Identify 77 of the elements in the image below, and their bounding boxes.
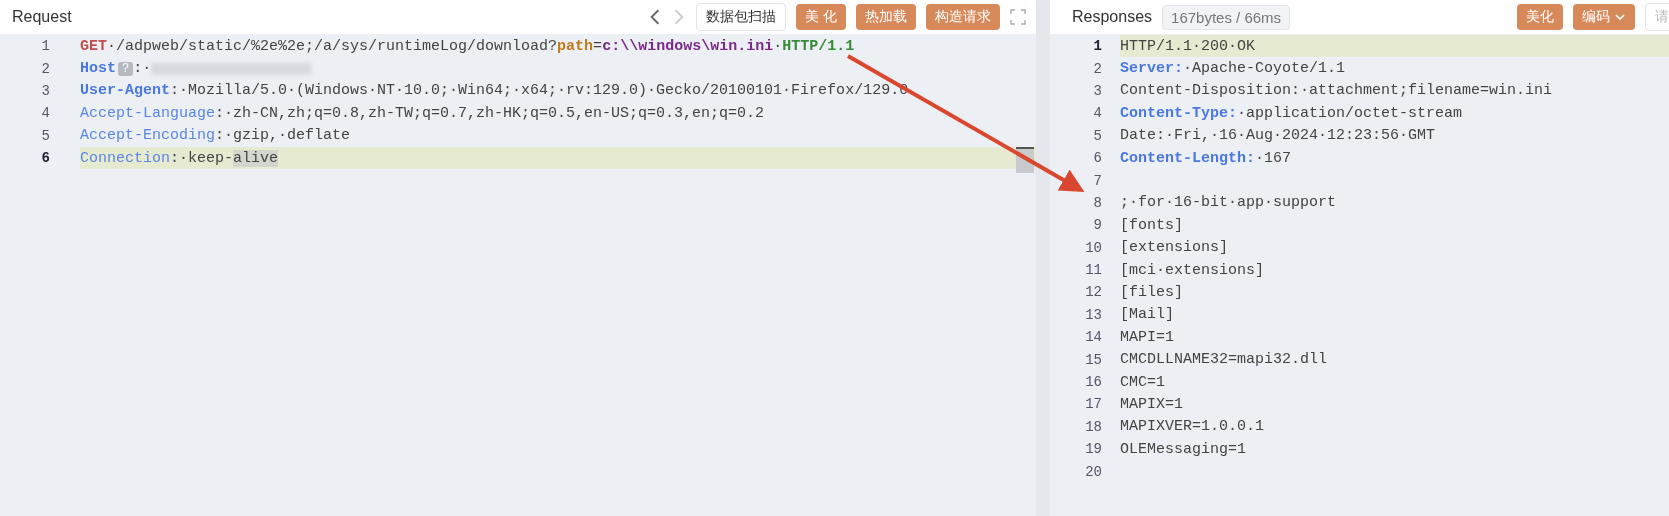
line-number: 8: [1092, 194, 1102, 211]
code-token: path: [557, 37, 594, 55]
toolbar-button[interactable]: 美 化: [795, 4, 846, 30]
line-number: 14: [1084, 329, 1102, 346]
code-token: Accept-Language: [80, 104, 216, 122]
hint-badge: ?: [118, 61, 134, 76]
panel-title: Request: [12, 8, 72, 26]
code-token: OLEMessaging=1: [1120, 440, 1247, 458]
line-number: 5: [40, 127, 50, 144]
line-number: 19: [1084, 441, 1102, 458]
code-token: c:\\windows\win.ini: [602, 37, 774, 55]
code-token: Date:·Fri,·16·Aug·2024·12:23:56·GMT: [1120, 127, 1436, 145]
line-number: 6: [40, 150, 50, 167]
line-number: 2: [40, 60, 50, 77]
toolbar-button[interactable]: 构造请求: [926, 4, 1000, 30]
line-number: 12: [1084, 284, 1102, 301]
code-token: [extensions]: [1120, 239, 1229, 257]
stats-label: 167bytes / 66ms: [1162, 4, 1291, 30]
line-number: 1: [40, 38, 50, 55]
code-token: alive: [233, 149, 279, 167]
code-token: ·Apache-Coyote/1.1: [1183, 60, 1346, 78]
code-token: MAPIX=1: [1120, 395, 1183, 413]
panel-title: Responses: [1072, 8, 1153, 26]
line-number: 16: [1084, 374, 1102, 391]
code-token: Content-Type:: [1120, 104, 1238, 122]
code-token: Connection: [80, 149, 170, 167]
code-token: [Mail]: [1120, 306, 1174, 324]
line-number: 3: [1092, 82, 1102, 99]
toolbar-button[interactable]: 热加载: [856, 4, 916, 30]
code-token: MAPI=1: [1120, 328, 1174, 346]
code-token: ;·for·16-bit·app·support: [1120, 194, 1337, 212]
code-token: :·keep-: [170, 149, 234, 167]
code-token: HTTP/1.1: [782, 37, 855, 55]
code-token: Host: [80, 60, 116, 78]
toolbar-button[interactable]: 请: [1645, 3, 1669, 31]
code-token: =: [593, 37, 603, 55]
code-token: :·zh-CN,zh;q=0.8,zh-TW;q=0.7,zh-HK;q=0.5,en-US;q=0.3,en;q=0.2: [215, 104, 765, 122]
code-token: ·: [773, 37, 783, 55]
line-number: 10: [1084, 239, 1102, 256]
line-number: 17: [1084, 396, 1102, 413]
code-token: User-Agent: [80, 82, 170, 100]
line-number: 4: [40, 105, 50, 122]
line-number: 20: [1084, 463, 1102, 480]
code-token: CMCDLLNAME32=mapi32.dll: [1120, 351, 1328, 369]
toolbar-button[interactable]: 美化: [1517, 4, 1563, 30]
code-token: :·: [133, 60, 152, 78]
code-token: MAPIXVER=1.0.0.1: [1120, 418, 1265, 436]
code-token: :·gzip,·deflate: [215, 127, 351, 145]
code-token: [fonts]: [1120, 216, 1183, 234]
line-number: 3: [40, 82, 50, 99]
code-token: ·/adpweb/static/%2e%2e;/a/sys/runtimeLog/download?: [107, 37, 558, 55]
line-number: 11: [1084, 262, 1102, 279]
code-token: ·application/octet-stream: [1237, 104, 1463, 122]
code-token: Accept-Encoding: [80, 127, 216, 145]
code-token: HTTP/1.1·200·OK: [1120, 37, 1256, 55]
code-token: ·167: [1255, 149, 1292, 167]
code-token: Content-Length:: [1120, 149, 1256, 167]
code-token: [files]: [1120, 284, 1183, 301]
line-number: 4: [1092, 105, 1102, 122]
line-number: 5: [1092, 127, 1102, 144]
code-token: :·Mozilla/5.0·(Windows·NT·10.0;·Win64;·x64;·rv:129.0)·Gecko/20100101·Firefox/129.0: [170, 82, 909, 100]
code-token: Server:: [1120, 60, 1183, 78]
line-number: 15: [1084, 351, 1102, 368]
chevron-down-icon: [1614, 11, 1626, 23]
code-token: CMC=1: [1120, 373, 1165, 391]
code-token: GET: [80, 37, 107, 55]
line-number: 2: [1092, 60, 1102, 77]
line-number: 18: [1084, 418, 1102, 435]
line-number: 7: [1092, 172, 1102, 189]
line-number: 1: [1092, 38, 1102, 55]
code-token: Content-Disposition:·attachment;filename=win.ini: [1120, 82, 1553, 100]
code-token: [mci·extensions]: [1120, 261, 1265, 279]
line-number: 9: [1092, 217, 1102, 234]
line-number: 6: [1092, 150, 1102, 167]
line-number: 13: [1084, 306, 1102, 323]
toolbar-button[interactable]: 数据包扫描: [695, 3, 786, 31]
dropdown-button[interactable]: 编码: [1573, 4, 1635, 30]
